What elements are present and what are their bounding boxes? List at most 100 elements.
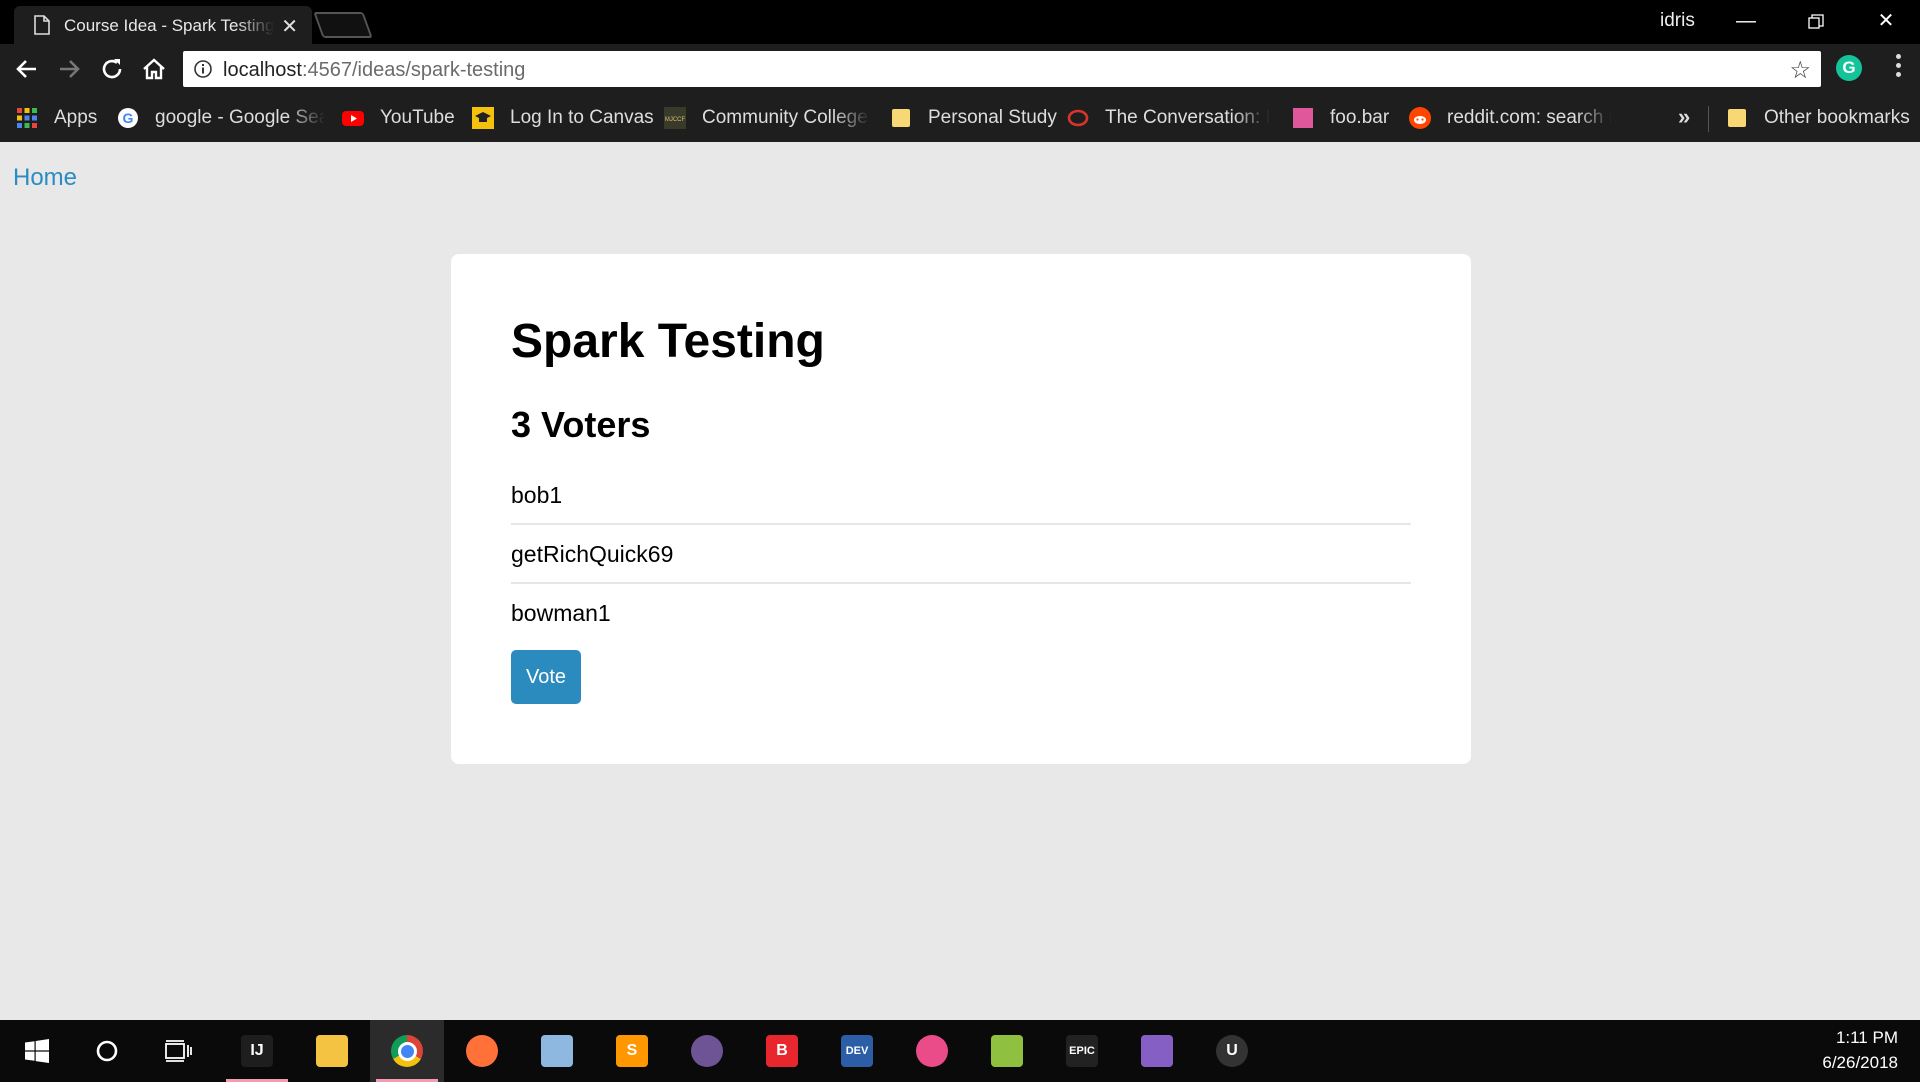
home-icon[interactable]	[139, 54, 169, 84]
canvas-icon	[472, 107, 494, 129]
cortana-search-button[interactable]	[70, 1020, 144, 1082]
tab-title: Course Idea - Spark Testing	[64, 16, 274, 35]
file-explorer-icon	[316, 1035, 348, 1067]
tab-close-icon[interactable]: ✕	[281, 14, 298, 39]
taskbar-app-epic-games[interactable]: EPIC	[1045, 1020, 1119, 1082]
task-view-icon	[165, 1040, 192, 1062]
taskbar-app-visual-studio[interactable]	[1120, 1020, 1194, 1082]
bookmark-label: reddit.com: search re	[1447, 107, 1612, 128]
svg-text:MJCCF: MJCCF	[665, 117, 686, 123]
mjccf-icon: MJCCF	[664, 107, 686, 129]
taskbar-app-virtualbox[interactable]	[520, 1020, 594, 1082]
taskbar-app-file-explorer[interactable]	[295, 1020, 369, 1082]
bookmark-foobar[interactable]: foo.bar	[1292, 94, 1389, 142]
taskbar-app-unreal[interactable]: U	[1195, 1020, 1269, 1082]
windows-logo-icon	[25, 1039, 49, 1063]
task-view-button[interactable]	[142, 1020, 216, 1082]
bookmark-label: foo.bar	[1330, 107, 1390, 128]
voter-item: getRichQuick69	[511, 525, 1411, 584]
github-icon	[691, 1035, 723, 1067]
browser-toolbar: localhost:4567/ideas/spark-testing ☆ G	[0, 44, 1920, 94]
taskbar-app-github[interactable]	[670, 1020, 744, 1082]
epic-games-icon: EPIC	[1066, 1035, 1098, 1067]
taskbar-app-sublime[interactable]: S	[595, 1020, 669, 1082]
chrome-menu-icon[interactable]	[1896, 54, 1902, 81]
visual-studio-icon	[1141, 1035, 1173, 1067]
taskbar-app-firefox[interactable]	[445, 1020, 519, 1082]
address-bar[interactable]: localhost:4567/ideas/spark-testing ☆	[183, 51, 1821, 87]
taskbar-app-devcpp[interactable]: DEV	[820, 1020, 894, 1082]
minimize-icon[interactable]: —	[1712, 0, 1780, 44]
taskbar-app-chrome[interactable]	[370, 1020, 444, 1082]
chrome-icon	[391, 1035, 423, 1067]
apps-grid-icon	[17, 108, 37, 128]
site-info-icon[interactable]	[193, 59, 213, 79]
bookmarks-overflow-chevron-icon[interactable]: »	[1678, 104, 1690, 130]
idea-card: Spark Testing 3 Voters bob1 getRichQuick…	[451, 254, 1471, 764]
taskbar-app-brave-b[interactable]: B	[745, 1020, 819, 1082]
taskbar-app-intellij[interactable]: IJ	[220, 1020, 294, 1082]
taskbar-app-itunes[interactable]	[895, 1020, 969, 1082]
voters-list: bob1 getRichQuick69 bowman1	[511, 466, 1411, 643]
bookmark-label: Log In to Canvas	[510, 107, 654, 128]
forward-icon[interactable]	[54, 54, 84, 84]
vote-button[interactable]: Vote	[511, 650, 581, 704]
new-tab-button[interactable]	[313, 12, 373, 38]
cortana-icon	[96, 1040, 118, 1062]
sublime-icon: S	[616, 1035, 648, 1067]
intellij-icon: IJ	[241, 1035, 273, 1067]
bookmark-google[interactable]: G google - Google Search	[117, 94, 325, 142]
youtube-icon	[342, 111, 364, 126]
bookmark-personal-study[interactable]: Personal Study	[890, 94, 1057, 142]
restore-icon[interactable]	[1782, 0, 1850, 44]
idea-title: Spark Testing	[511, 315, 825, 368]
url-text[interactable]: localhost:4567/ideas/spark-testing	[223, 59, 525, 82]
browser-titlebar: Course Idea - Spark Testing ✕ idris — ✕	[0, 0, 1920, 44]
unreal-icon: U	[1216, 1035, 1248, 1067]
google-icon: G	[118, 108, 138, 128]
bookmark-the-conversation[interactable]: The Conversation: In	[1067, 94, 1270, 142]
page-icon	[34, 15, 50, 35]
bookmark-community-college[interactable]: MJCCF Community College	[664, 94, 870, 142]
bookmark-label: Apps	[54, 107, 98, 128]
clock-date: 6/26/2018	[1822, 1053, 1898, 1072]
folder-icon	[892, 109, 910, 127]
bookmark-star-icon[interactable]: ☆	[1789, 56, 1811, 85]
virtualbox-icon	[541, 1035, 573, 1067]
profile-name[interactable]: idris	[1660, 10, 1695, 32]
close-window-icon[interactable]: ✕	[1852, 0, 1920, 44]
bookmark-label: Personal Study	[928, 107, 1057, 128]
brave-b-icon: B	[766, 1035, 798, 1067]
voter-item: bowman1	[511, 600, 611, 626]
system-clock[interactable]: 1:11 PM 6/26/2018	[1822, 1026, 1898, 1076]
voters-heading: 3 Voters	[511, 404, 651, 445]
grammarly-extension-icon[interactable]: G	[1836, 55, 1862, 81]
bookmark-canvas[interactable]: Log In to Canvas	[472, 94, 654, 142]
folder-icon	[1728, 109, 1746, 127]
back-icon[interactable]	[12, 54, 42, 84]
clock-time: 1:11 PM	[1835, 1028, 1898, 1047]
svg-text:G: G	[123, 110, 134, 126]
chrome-center-dot	[397, 1041, 417, 1061]
bookmarks-bar: Apps G google - Google Search YouTube Lo…	[0, 94, 1920, 142]
devcpp-icon: DEV	[841, 1035, 873, 1067]
browser-tab[interactable]: Course Idea - Spark Testing ✕	[14, 6, 312, 44]
taskbar-app-notepadpp[interactable]	[970, 1020, 1044, 1082]
bookmark-other-bookmarks[interactable]: Other bookmarks	[1726, 94, 1910, 142]
foobar-icon	[1293, 108, 1313, 128]
start-button[interactable]	[0, 1020, 74, 1082]
voter-item: bob1	[511, 466, 1411, 525]
bookmark-reddit[interactable]: reddit.com: search re	[1409, 94, 1612, 142]
bookmark-label: YouTube	[380, 107, 455, 128]
page-content: Home Spark Testing 3 Voters bob1 getRich…	[0, 142, 1920, 1020]
bookmark-label: google - Google Search	[155, 107, 325, 128]
reddit-icon	[1409, 107, 1431, 129]
bookmark-label: Community College	[702, 107, 868, 128]
bookmark-label: The Conversation: In	[1105, 107, 1270, 128]
bookmarks-divider	[1708, 106, 1709, 132]
windows-taskbar: IJ S B DEV EPIC U 1:11 PM 6/26/2018	[0, 1020, 1920, 1082]
bookmark-youtube[interactable]: YouTube	[342, 94, 455, 142]
home-link[interactable]: Home	[13, 164, 77, 192]
reload-icon[interactable]	[97, 54, 127, 84]
bookmark-apps[interactable]: Apps	[16, 94, 97, 142]
